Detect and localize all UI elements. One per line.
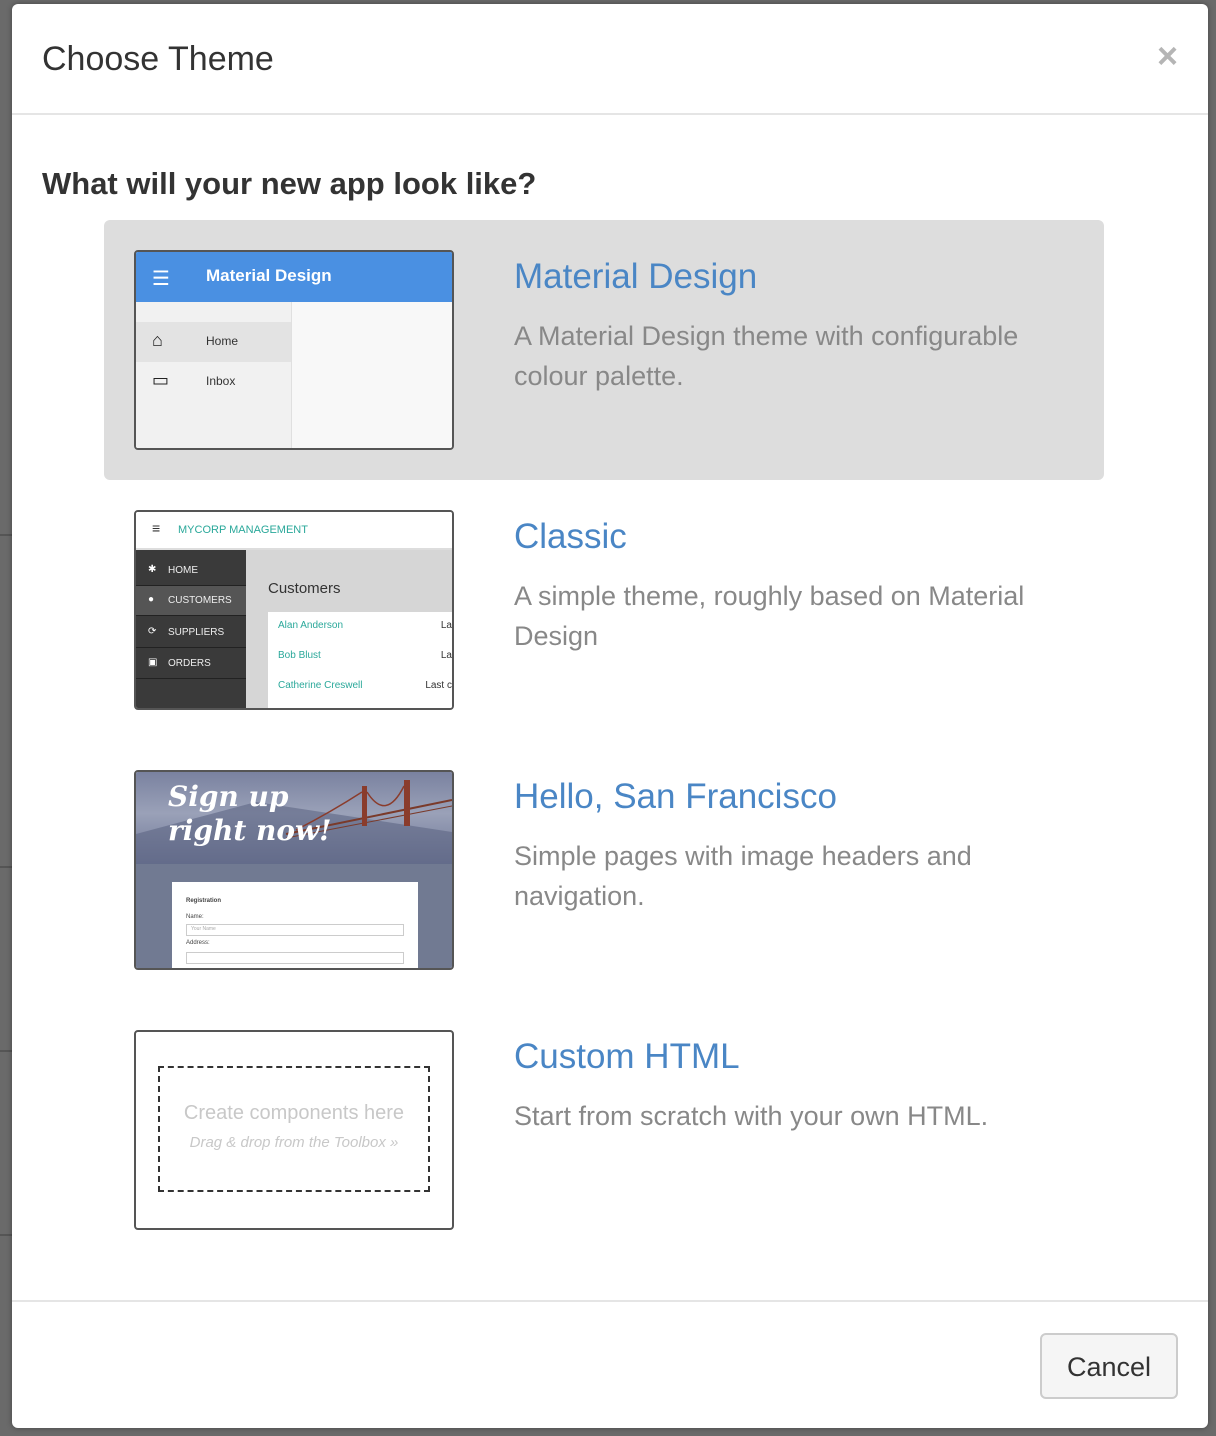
- theme-description: A Material Design theme with configurabl…: [514, 321, 1019, 391]
- drop-zone-hint: Drag & drop from the Toolbox »: [189, 1134, 399, 1151]
- thumbnail-form-title: Registration: [186, 898, 222, 904]
- custom-html-thumbnail: Create components here Drag & drop from …: [134, 1030, 454, 1230]
- thumbnail-customer-last: Last c: [425, 680, 452, 691]
- thumbnail-menu-label: SUPPLIERS: [168, 627, 225, 638]
- theme-option-material-design[interactable]: ☰ Material Design ⌂ Home ▭ Inbox Materia…: [104, 220, 1104, 480]
- hamburger-menu-icon: ≡: [152, 520, 161, 536]
- thumbnail-sidebar: ⌂ Home ▭ Inbox: [136, 302, 291, 448]
- thumbnail-input-placeholder: Your Name: [191, 926, 216, 932]
- thumbnail-menu-label: ORDERS: [168, 658, 211, 669]
- hamburger-menu-icon: ☰: [152, 268, 170, 290]
- cancel-button[interactable]: Cancel: [1040, 1333, 1178, 1399]
- thumbnail-menu-item: ⟳ SUPPLIERS: [136, 618, 246, 648]
- material-design-thumbnail: ☰ Material Design ⌂ Home ▭ Inbox: [134, 250, 454, 450]
- thumbnail-menu-item: ▭ Inbox: [136, 362, 291, 402]
- thumbnail-field-label: Address:: [186, 940, 210, 946]
- thumbnail-field-label: Name:: [186, 914, 204, 920]
- theme-question: What will your new app look like?: [42, 166, 537, 201]
- home-icon: ⌂: [152, 330, 163, 350]
- thumbnail-menu-item: ▣ ORDERS: [136, 649, 246, 679]
- thumbnail-menu-item: ⌂ Home: [136, 322, 291, 362]
- headline-line: Sign up: [168, 780, 289, 813]
- theme-description: A simple theme, roughly based on Materia…: [514, 581, 1025, 651]
- thumbnail-menu-item: ✱ HOME: [136, 556, 246, 586]
- thumbnail-menu-label: HOME: [168, 565, 198, 576]
- thumbnail-app-title: Material Design: [206, 266, 332, 285]
- background-divider: [0, 1234, 12, 1236]
- thumbnail-sidebar: ✱ HOME ● CUSTOMERS ⟳ SUPPLIERS ▣ ORDERS: [136, 550, 246, 708]
- theme-option-custom-html[interactable]: Create components here Drag & drop from …: [104, 1000, 1104, 1260]
- dialog-title: Choose Theme: [42, 40, 274, 78]
- thumbnail-customer-name: Bob Blust: [278, 650, 321, 661]
- theme-name[interactable]: Classic: [514, 517, 627, 557]
- drop-zone-title: Create components here: [183, 1102, 405, 1124]
- thumbnail-input: Your Name: [186, 924, 404, 936]
- star-icon: ✱: [148, 564, 157, 575]
- thumbnail-menu-label: Home: [206, 334, 239, 348]
- dialog-footer: Cancel: [12, 1300, 1208, 1428]
- thumbnail-drop-zone: Create components here Drag & drop from …: [158, 1066, 430, 1192]
- cart-icon: ▣: [148, 657, 158, 668]
- dialog-header: Choose Theme ×: [12, 4, 1208, 115]
- thumbnail-customer-list: Alan Anderson La Bob Blust La Catherine …: [268, 612, 452, 708]
- refresh-icon: ⟳: [148, 626, 157, 637]
- theme-name[interactable]: Hello, San Francisco: [514, 777, 837, 817]
- classic-thumbnail: ≡ MYCORP MANAGEMENT ✱ HOME ● CUSTOMERS ⟳…: [134, 510, 454, 710]
- thumbnail-form: Registration Name: Your Name Address:: [172, 882, 418, 968]
- thumbnail-headline: Sign up right now!: [168, 780, 331, 848]
- theme-name[interactable]: Custom HTML: [514, 1037, 740, 1077]
- background-divider: [0, 534, 12, 536]
- choose-theme-dialog: Choose Theme × What will your new app lo…: [12, 4, 1208, 1428]
- thumbnail-customer-last: La: [440, 620, 452, 631]
- thumbnail-menu-label: Inbox: [206, 374, 236, 388]
- headline-line: right now!: [168, 814, 332, 847]
- theme-description: Start from scratch with your own HTML.: [514, 1101, 989, 1131]
- thumbnail-main: Customers Alan Anderson La Bob Blust La …: [246, 550, 452, 708]
- theme-option-classic[interactable]: ≡ MYCORP MANAGEMENT ✱ HOME ● CUSTOMERS ⟳…: [104, 480, 1104, 740]
- thumbnail-app-bar: ☰ Material Design: [136, 252, 452, 302]
- close-icon[interactable]: ×: [1157, 36, 1178, 76]
- thumbnail-menu-item: ● CUSTOMERS: [136, 586, 246, 616]
- san-francisco-thumbnail: Sign up right now! Registration Name: Yo…: [134, 770, 454, 970]
- inbox-icon: ▭: [152, 370, 170, 390]
- thumbnail-page-title: Customers: [268, 580, 341, 597]
- theme-option-hello-san-francisco[interactable]: Sign up right now! Registration Name: Yo…: [104, 740, 1104, 1000]
- background-divider: [0, 1050, 12, 1052]
- theme-name[interactable]: Material Design: [514, 257, 757, 297]
- thumbnail-customer-name: Catherine Creswell: [278, 680, 363, 691]
- thumbnail-customer-name: Alan Anderson: [278, 620, 344, 631]
- background-divider: [0, 866, 12, 868]
- thumbnail-top-bar: ≡ MYCORP MANAGEMENT: [136, 512, 452, 550]
- thumbnail-content-area: [291, 302, 452, 448]
- thumbnail-app-title: MYCORP MANAGEMENT: [178, 524, 308, 536]
- user-icon: ●: [148, 594, 155, 605]
- thumbnail-menu-label: CUSTOMERS: [168, 595, 232, 606]
- thumbnail-customer-last: La: [440, 650, 452, 661]
- theme-description: Simple pages with image headers and navi…: [514, 841, 972, 911]
- thumbnail-input: [186, 952, 404, 964]
